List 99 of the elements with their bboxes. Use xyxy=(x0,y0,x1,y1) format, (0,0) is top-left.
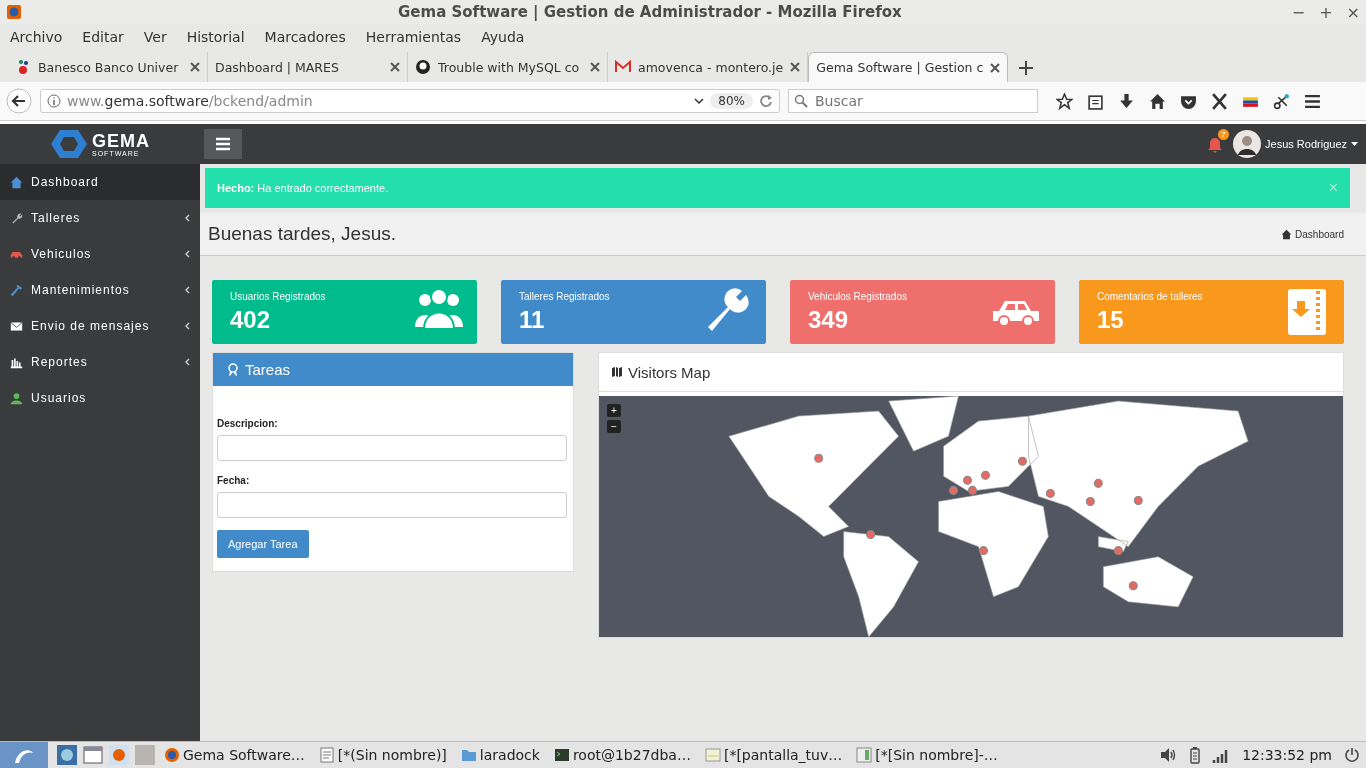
menu-item[interactable]: Ver xyxy=(143,29,167,45)
ribbon-icon xyxy=(227,362,239,377)
input-field[interactable] xyxy=(217,435,567,461)
spreadsheet-icon xyxy=(856,747,873,763)
back-button[interactable] xyxy=(6,88,32,114)
menu-button[interactable] xyxy=(204,129,242,159)
reading-list-icon[interactable] xyxy=(1087,92,1104,110)
zoom-level[interactable]: 80% xyxy=(710,93,753,109)
stat-label: Vehiculos Registrados xyxy=(808,290,907,302)
menu-item[interactable]: Historial xyxy=(186,29,245,45)
stat-value: 15 xyxy=(1097,305,1125,334)
reload-icon[interactable] xyxy=(759,94,773,108)
power-icon[interactable] xyxy=(1344,747,1360,763)
sidebar-item[interactable]: Mantenimientos xyxy=(0,272,200,308)
bell-icon[interactable] xyxy=(1207,135,1224,153)
stat-label: Comentarios de talleres xyxy=(1097,290,1203,302)
menu-item[interactable]: Herramientas xyxy=(365,29,462,45)
address-bar[interactable]: www.gema.software/bckend/admin 80% xyxy=(40,89,780,113)
taskbar-item[interactable]: Gema Software… xyxy=(164,747,305,763)
bar-chart-icon xyxy=(10,355,23,369)
close-icon[interactable] xyxy=(390,62,400,72)
logo-title: GEMA xyxy=(92,131,150,150)
alert-message: Hecho: Ha entrado correctamente. xyxy=(217,182,390,194)
new-tab-icon[interactable] xyxy=(1018,60,1035,76)
sidebar-item[interactable]: Talleres xyxy=(0,200,200,236)
terminal-icon xyxy=(553,747,570,763)
caret-icon xyxy=(1351,141,1358,147)
notification-count: 7 xyxy=(1218,129,1230,140)
scissors-icon[interactable] xyxy=(1273,92,1290,110)
hammer-icon xyxy=(10,283,23,297)
page-title: Buenas tardes, Jesus. xyxy=(208,223,396,245)
sidebar-item[interactable]: Usuarios xyxy=(0,380,200,416)
zoom-out-button[interactable]: − xyxy=(607,420,621,433)
x-icon[interactable] xyxy=(1211,92,1228,110)
taskbar-item[interactable]: [*(Sin nombre)] xyxy=(318,747,447,763)
close-icon[interactable] xyxy=(990,62,1001,73)
sidebar-item[interactable]: Reportes xyxy=(0,344,200,380)
menu-icon[interactable] xyxy=(1304,92,1321,110)
avatar-icon xyxy=(1233,130,1262,158)
firefox-icon xyxy=(164,747,180,763)
field-label: Fecha: xyxy=(217,475,251,486)
firefox-icon xyxy=(6,4,22,20)
sidebar-item[interactable]: Dashboard xyxy=(0,164,200,200)
taskbar-item[interactable]: [*[pantalla_tuv… xyxy=(704,747,843,763)
field-label: Descripcion: xyxy=(217,418,279,429)
hexagon-logo-icon xyxy=(50,129,88,159)
taskbar-item[interactable]: root@1b27dba… xyxy=(553,747,691,763)
menu-item[interactable]: Ayuda xyxy=(481,29,525,45)
home-icon[interactable] xyxy=(1149,92,1166,110)
dropdown-icon[interactable] xyxy=(694,96,705,106)
sidebar-item[interactable]: Vehiculos xyxy=(0,236,200,272)
taskbar-item[interactable]: [*[Sin nombre]-… xyxy=(856,747,998,763)
maximize-button[interactable]: + xyxy=(1319,2,1333,22)
globe-icon[interactable] xyxy=(56,745,78,765)
document-icon xyxy=(318,747,335,763)
home-icon xyxy=(1281,228,1293,240)
close-button[interactable]: × xyxy=(1346,2,1360,22)
panel-title: Tareas xyxy=(245,361,291,378)
taskbar-item[interactable]: laradock xyxy=(460,747,540,763)
clock: 12:33:52 pm xyxy=(1242,747,1332,763)
stat-value: 349 xyxy=(808,305,850,334)
user-icon xyxy=(10,391,23,405)
window-icon[interactable] xyxy=(82,745,104,765)
download-icon[interactable] xyxy=(1118,92,1135,110)
info-icon xyxy=(47,94,61,108)
folder-icon xyxy=(460,747,477,763)
map-icon xyxy=(611,366,623,378)
menu-item[interactable]: Archivo xyxy=(10,29,63,45)
stat-value: 402 xyxy=(230,305,272,334)
browser-tab[interactable]: Gema Software | Gestion c xyxy=(808,52,1009,82)
minimize-button[interactable]: − xyxy=(1291,2,1306,22)
user-menu[interactable]: Jesus Rodriguez xyxy=(1233,130,1358,158)
menu-item[interactable]: Marcadores xyxy=(264,29,346,45)
window-title: Gema Software | Gestion de Administrador - Mozilla Firefox xyxy=(397,3,903,21)
home-icon xyxy=(10,175,23,189)
stat-label: Talleres Registrados xyxy=(519,290,610,302)
image-icon xyxy=(704,747,721,763)
mail-icon xyxy=(615,59,631,75)
zoom-in-button[interactable]: + xyxy=(607,404,621,417)
close-icon[interactable] xyxy=(190,62,200,72)
wrench-icon xyxy=(10,211,23,225)
menu-icon xyxy=(215,137,231,151)
input-field[interactable] xyxy=(217,492,567,518)
close-icon[interactable] xyxy=(790,62,801,72)
firefox-icon[interactable] xyxy=(108,745,130,765)
star-icon[interactable] xyxy=(1056,92,1073,110)
breadcrumb-link[interactable]: Dashboard xyxy=(1281,228,1344,240)
menu-item[interactable]: Editar xyxy=(82,29,124,45)
stat-label: Usuarios Registrados xyxy=(230,290,326,302)
close-icon[interactable] xyxy=(590,62,600,72)
sidebar-item[interactable]: Envio de mensajes xyxy=(0,308,200,344)
mail-icon xyxy=(10,319,23,333)
search-icon xyxy=(794,94,808,108)
panel-title: Visitors Map xyxy=(628,363,711,381)
add-task-button[interactable]: Agregar Tarea xyxy=(217,530,309,558)
search-field[interactable]: Buscar xyxy=(788,89,1038,113)
battery-icon[interactable] xyxy=(1190,746,1201,764)
start-button[interactable] xyxy=(0,742,48,768)
stat-value: 11 xyxy=(519,305,546,334)
